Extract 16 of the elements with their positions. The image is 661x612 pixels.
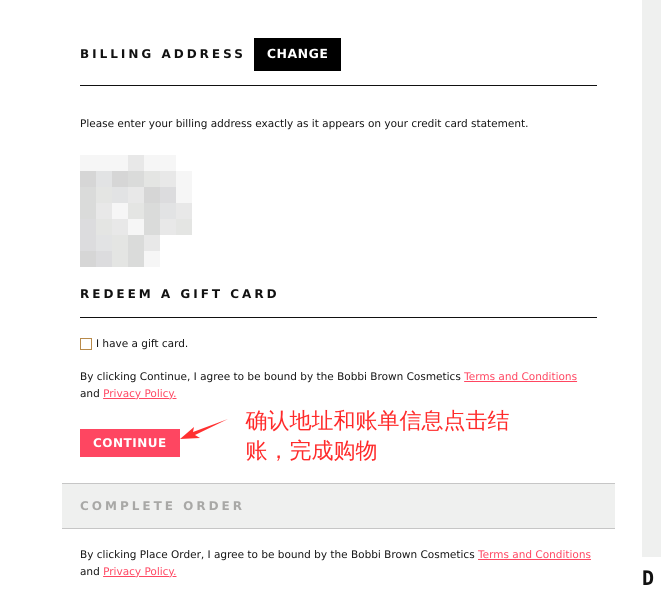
terms-link[interactable]: Terms and Conditions [478,548,591,561]
annotation-text: 确认地址和账单信息点击结账，完成购物 [246,408,510,466]
change-button[interactable]: CHANGE [254,38,342,71]
sidebar-heading: D [642,565,656,592]
continue-button[interactable]: CONTINUE [80,428,180,457]
section-title: REDEEM A GIFT CARD [80,286,281,303]
privacy-link[interactable]: Privacy Policy. [103,566,176,578]
terms-link[interactable]: Terms and Conditions [464,370,578,383]
terms-text: By clicking Continue, I agree to be bound by the Bobbi Brown Cosmetics Terms and Conditions and Privacy Policy. [80,370,578,402]
checkbox[interactable] [80,338,92,350]
terms-text: By clicking Place Order, I agree to be bound by the Bobbi Brown Cosmetics Terms and Conditions and Privacy Policy. [80,548,592,580]
instructions-text: Please enter your billing address exactly as it appears on your credit card statement. [80,116,530,132]
section-title: COMPLETE ORDER [80,498,245,515]
privacy-link[interactable]: Privacy Policy. [103,388,176,400]
checkbox-label: I have a gift card. [96,336,188,352]
section-title: BILLING ADDRESS [80,46,246,64]
